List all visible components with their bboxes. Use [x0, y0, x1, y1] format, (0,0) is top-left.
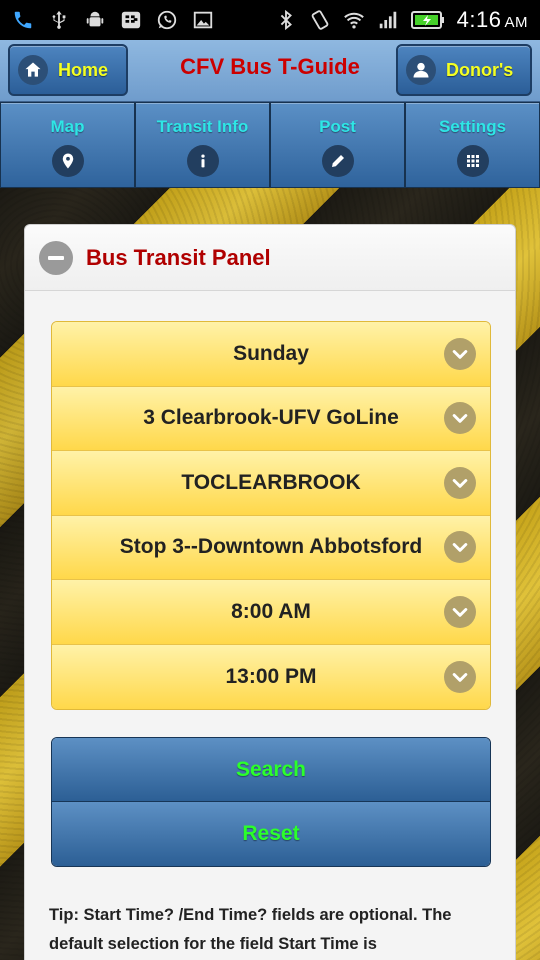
day-select-value: Sunday: [233, 341, 309, 365]
bus-transit-panel: Bus Transit Panel Sunday 3 Clearbrook-UF…: [24, 224, 516, 960]
battery-charging-icon: [410, 9, 445, 31]
tab-post[interactable]: Post: [270, 102, 405, 188]
chevron-down-icon: [444, 595, 476, 628]
bluetooth-icon: [275, 9, 297, 31]
app-header: Home CFV Bus T-Guide Donor's: [0, 40, 540, 102]
phone-icon: [12, 9, 34, 31]
panel-title: Bus Transit Panel: [86, 244, 271, 270]
gallery-icon: [192, 9, 214, 31]
start-time-select-value: 8:00 AM: [231, 599, 311, 623]
route-select-value: 3 Clearbrook-UFV GoLine: [143, 406, 399, 430]
whatsapp-icon: [156, 9, 178, 31]
clock: 4:16 AM: [456, 7, 528, 32]
tab-map[interactable]: Map: [0, 102, 135, 188]
direction-select-value: TOCLEARBROOK: [181, 470, 361, 494]
reset-button[interactable]: Reset: [52, 802, 490, 866]
donors-button[interactable]: Donor's: [396, 44, 532, 96]
chevron-down-icon: [444, 660, 476, 693]
chevron-down-icon: [444, 531, 476, 564]
user-icon: [406, 55, 436, 85]
tab-map-label: Map: [50, 117, 85, 136]
app-title: CFV Bus T-Guide: [180, 54, 360, 79]
tab-settings-label: Settings: [438, 117, 507, 136]
info-icon: [186, 145, 219, 177]
transit-select-group: Sunday 3 Clearbrook-UFV GoLine TOCLEARBR…: [51, 321, 491, 710]
nav-bar: Map Transit Info Post Settings: [0, 102, 540, 188]
panel-header[interactable]: Bus Transit Panel: [25, 225, 515, 291]
end-time-select[interactable]: 13:00 PM: [52, 644, 490, 709]
stop-select-value: Stop 3--Downtown Abbotsford: [119, 535, 423, 559]
vibrate-icon: [309, 9, 331, 31]
map-pin-icon: [51, 145, 84, 177]
wifi-icon: [343, 9, 365, 31]
grid-icon: [456, 145, 489, 177]
bbm-icon: [120, 9, 142, 31]
home-button[interactable]: Home: [8, 44, 128, 96]
usb-icon: [48, 9, 70, 31]
donors-button-label: Donor's: [446, 59, 514, 80]
chevron-down-icon: [444, 337, 476, 370]
tip-text: Tip: Start Time? /End Time? fields are o…: [49, 906, 452, 953]
tab-transit-info[interactable]: Transit Info: [135, 102, 270, 188]
search-button[interactable]: Search: [52, 738, 490, 802]
action-button-group: Search Reset: [51, 737, 491, 867]
collapse-icon[interactable]: [39, 240, 73, 275]
home-button-label: Home: [58, 59, 109, 80]
end-time-select-value: 13:00 PM: [225, 664, 317, 688]
pencil-icon: [321, 145, 354, 177]
start-time-select[interactable]: 8:00 AM: [52, 580, 490, 645]
tab-settings[interactable]: Settings: [405, 102, 540, 188]
tab-post-label: Post: [319, 117, 356, 136]
route-select[interactable]: 3 Clearbrook-UFV GoLine: [52, 386, 490, 451]
day-select[interactable]: Sunday: [52, 322, 490, 387]
signal-icon: [377, 9, 399, 31]
home-icon: [18, 55, 48, 85]
chevron-down-icon: [444, 466, 476, 499]
stop-select[interactable]: Stop 3--Downtown Abbotsford: [52, 515, 490, 580]
status-bar: 4:16 AM: [0, 0, 540, 40]
chevron-down-icon: [444, 402, 476, 435]
tab-transit-info-label: Transit Info: [156, 117, 249, 136]
android-debug-icon: [84, 9, 106, 31]
direction-select[interactable]: TOCLEARBROOK: [52, 451, 490, 516]
